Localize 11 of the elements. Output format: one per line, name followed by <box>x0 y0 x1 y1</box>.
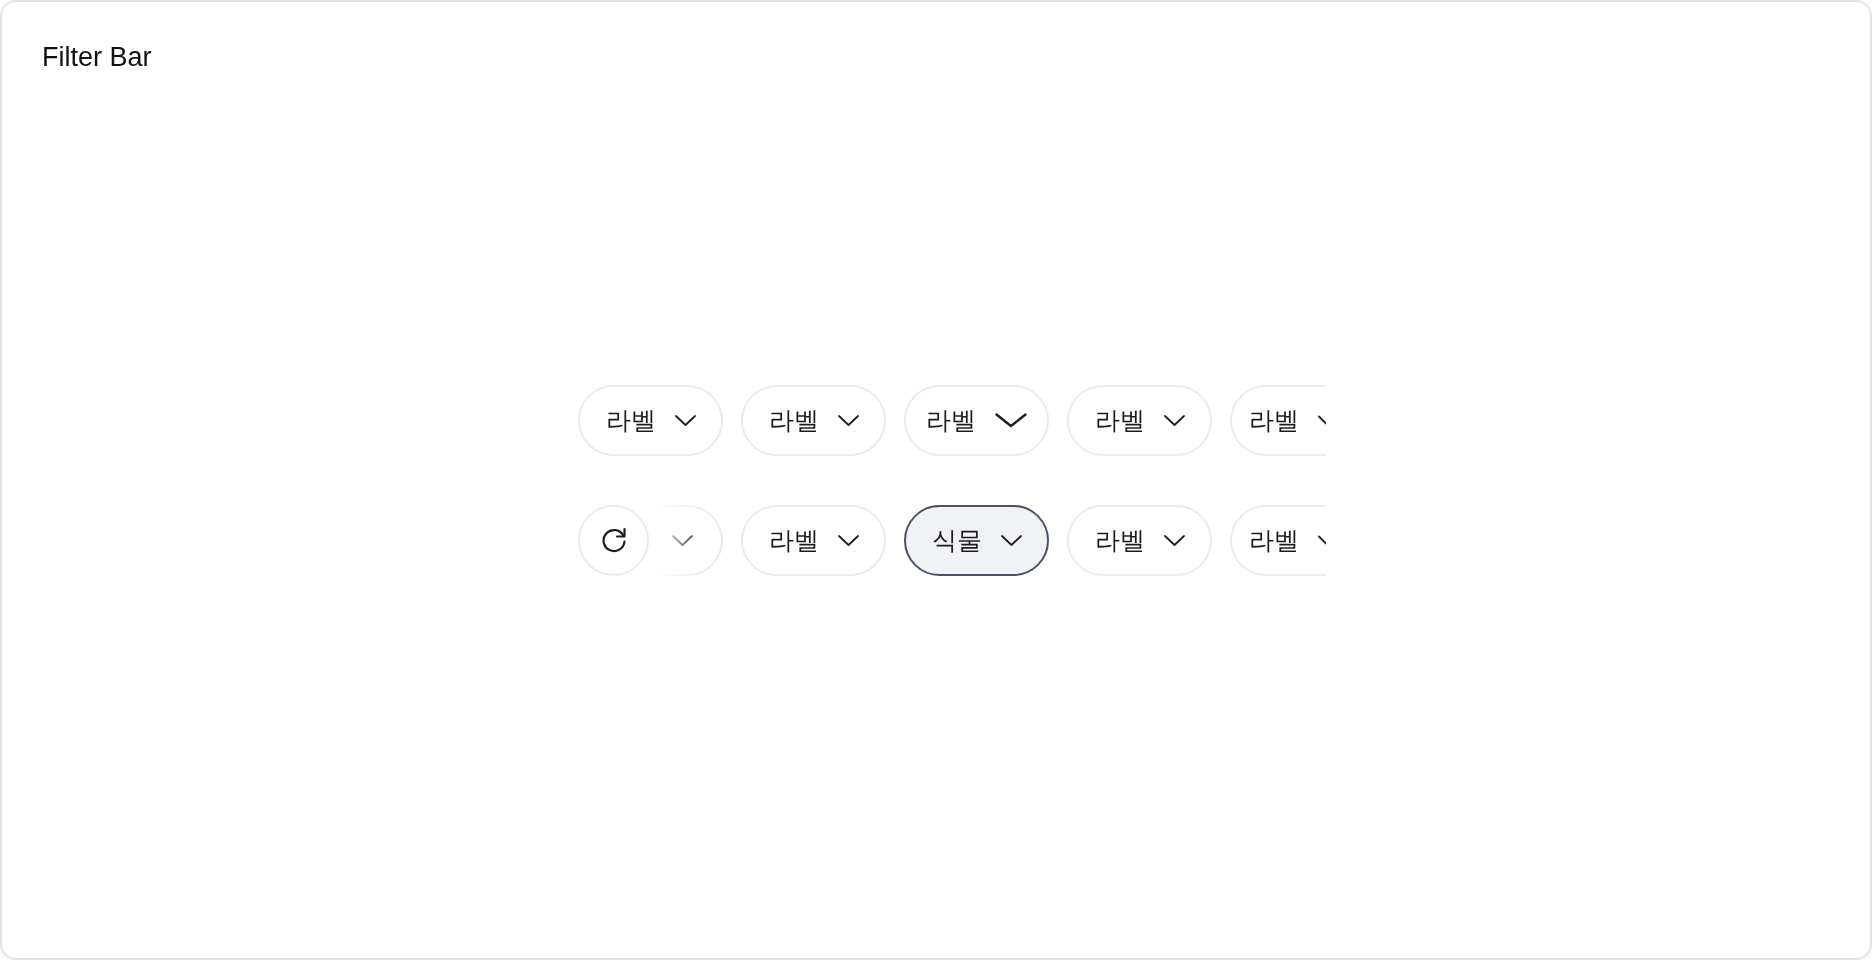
filter-chip[interactable]: 라벨 <box>1230 504 1326 576</box>
filter-chip[interactable]: 라벨 <box>1067 504 1212 576</box>
filter-chip[interactable]: 라벨 <box>1067 384 1212 456</box>
filter-chip[interactable]: 라벨 <box>1230 384 1326 456</box>
refresh-icon <box>600 527 627 553</box>
filter-chip[interactable]: 라벨 <box>578 384 723 456</box>
filter-chip[interactable]: 라벨 <box>741 384 886 456</box>
filter-chip[interactable]: 라벨 <box>741 504 886 576</box>
filter-chip[interactable]: 식물 <box>904 504 1049 576</box>
filter-chip[interactable]: 라벨 <box>904 384 1049 456</box>
page-title: Filter Bar <box>42 42 152 73</box>
